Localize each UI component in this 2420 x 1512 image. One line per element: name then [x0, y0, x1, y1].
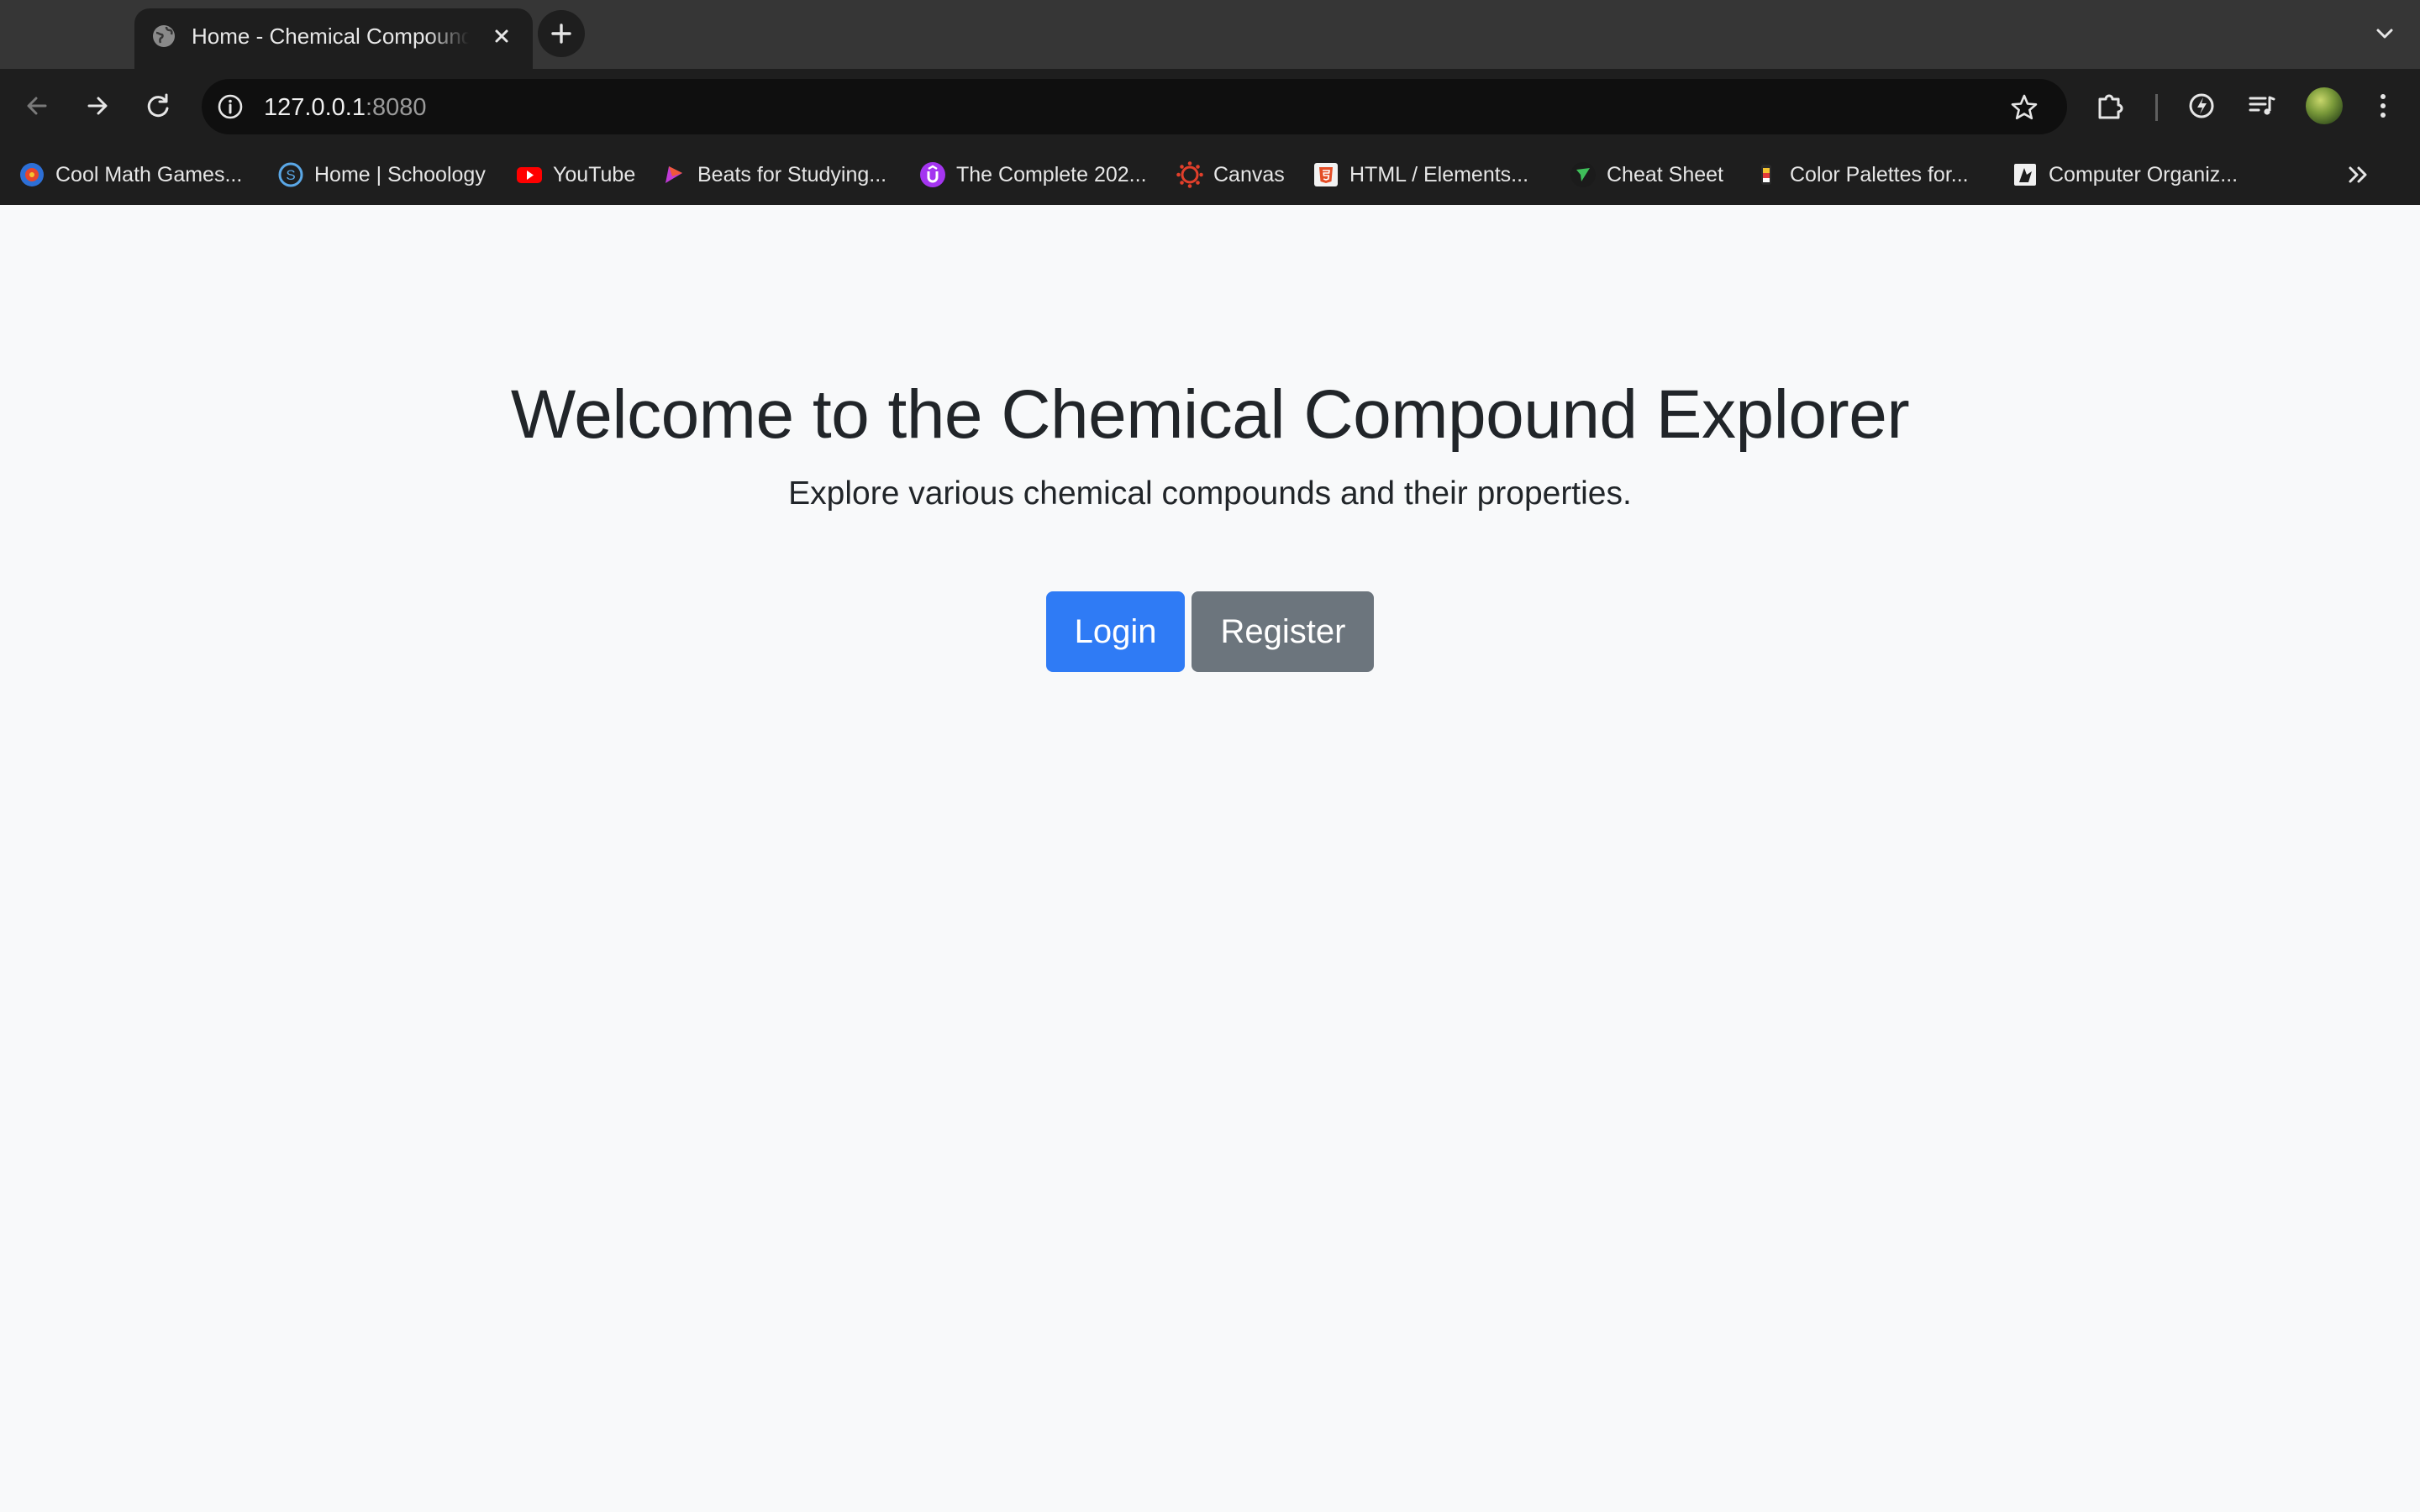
page-title: Welcome to the Chemical Compound Explore…: [510, 376, 1910, 453]
bookmark-label: Canvas: [1213, 163, 1285, 186]
bookmark-html-elements[interactable]: HTML / Elements...: [1313, 158, 1528, 192]
bookmark-youtube[interactable]: YouTube: [516, 158, 635, 192]
auth-buttons: Login Register: [0, 591, 2420, 672]
canvas-icon: [1176, 161, 1203, 188]
palette-icon: [1761, 165, 1771, 185]
page-subtitle: Explore various chemical compounds and t…: [788, 475, 1632, 512]
bookmark-canvas[interactable]: Canvas: [1176, 158, 1285, 192]
bookmark-label: Cheat Sheet: [1607, 163, 1723, 186]
bookmark-label: Cool Math Games...: [55, 163, 243, 186]
browser-tab[interactable]: Home - Chemical Compound Explorer: [134, 8, 533, 69]
youtube-icon: [517, 167, 542, 183]
bookmark-label: The Complete 202...: [956, 163, 1147, 186]
bookmark-color-palettes[interactable]: Color Palettes for...: [1753, 158, 1969, 192]
cheatsheet-icon: [1570, 162, 1596, 187]
book-icon: [2014, 164, 2036, 186]
toolbar-divider: [2155, 94, 2158, 121]
extensions-icon[interactable]: [2092, 87, 2129, 124]
more-menu-icon[interactable]: [2365, 87, 2402, 124]
bookmark-udemy[interactable]: The Complete 202...: [919, 158, 1147, 192]
bookmark-label: Beats for Studying...: [697, 163, 887, 186]
svg-text:S: S: [286, 167, 295, 183]
browser-toolbar: 127.0.0.1:8080 Cool Math Games... S Home…: [0, 69, 2420, 212]
bookmark-label: Computer Organiz...: [2049, 163, 2238, 186]
plus-icon: [551, 24, 571, 44]
tab-title: Home - Chemical Compound Explorer: [192, 22, 469, 50]
bookmark-label: YouTube: [553, 163, 636, 186]
url-port: :8080: [365, 94, 427, 121]
close-icon[interactable]: [487, 22, 516, 50]
media-controls-icon[interactable]: [2244, 87, 2281, 124]
bookmark-coolmath[interactable]: Cool Math Games...: [18, 158, 242, 192]
bookmark-beats[interactable]: Beats for Studying...: [660, 158, 886, 192]
address-bar[interactable]: 127.0.0.1:8080: [202, 79, 2067, 134]
login-button[interactable]: Login: [1045, 591, 1186, 672]
hero-section: Welcome to the Chemical Compound Explore…: [0, 373, 2420, 517]
html-icon: [1314, 163, 1338, 186]
bookmark-schoology[interactable]: S Home | Schoology: [277, 158, 486, 192]
chevron-double-right-icon[interactable]: [2343, 160, 2373, 190]
site-info-icon[interactable]: [213, 90, 247, 123]
bookmark-label: Color Palettes for...: [1790, 163, 1969, 186]
beats-icon: [666, 166, 682, 183]
schoology-icon: S: [278, 162, 303, 187]
udemy-icon: [920, 162, 945, 187]
chevron-down-icon[interactable]: [2370, 18, 2400, 49]
bookmarks-bar: Cool Math Games... S Home | Schoology Yo…: [0, 146, 2420, 197]
tab-strip: Home - Chemical Compound Explorer: [0, 0, 2420, 69]
speed-extension-icon[interactable]: [2183, 87, 2220, 124]
bookmark-cheat-sheet[interactable]: Cheat Sheet: [1570, 158, 1723, 192]
profile-avatar[interactable]: [2306, 87, 2343, 124]
bookmark-computer-organization[interactable]: Computer Organiz...: [2012, 158, 2238, 192]
bookmark-label: HTML / Elements...: [1349, 163, 1529, 186]
url-text: 127.0.0.1:8080: [264, 91, 427, 124]
url-host: 127.0.0.1: [264, 94, 366, 121]
coolmath-icon: [20, 163, 44, 186]
bookmark-star-icon[interactable]: [2008, 92, 2040, 123]
globe-icon: [153, 25, 175, 47]
register-button[interactable]: Register: [1192, 591, 1375, 672]
page-content: Welcome to the Chemical Compound Explore…: [0, 205, 2420, 1512]
forward-arrow-icon[interactable]: [81, 89, 114, 123]
bookmark-label: Home | Schoology: [314, 163, 486, 186]
back-arrow-icon[interactable]: [20, 89, 54, 123]
reload-icon[interactable]: [141, 89, 175, 123]
new-tab-button[interactable]: [538, 10, 585, 57]
